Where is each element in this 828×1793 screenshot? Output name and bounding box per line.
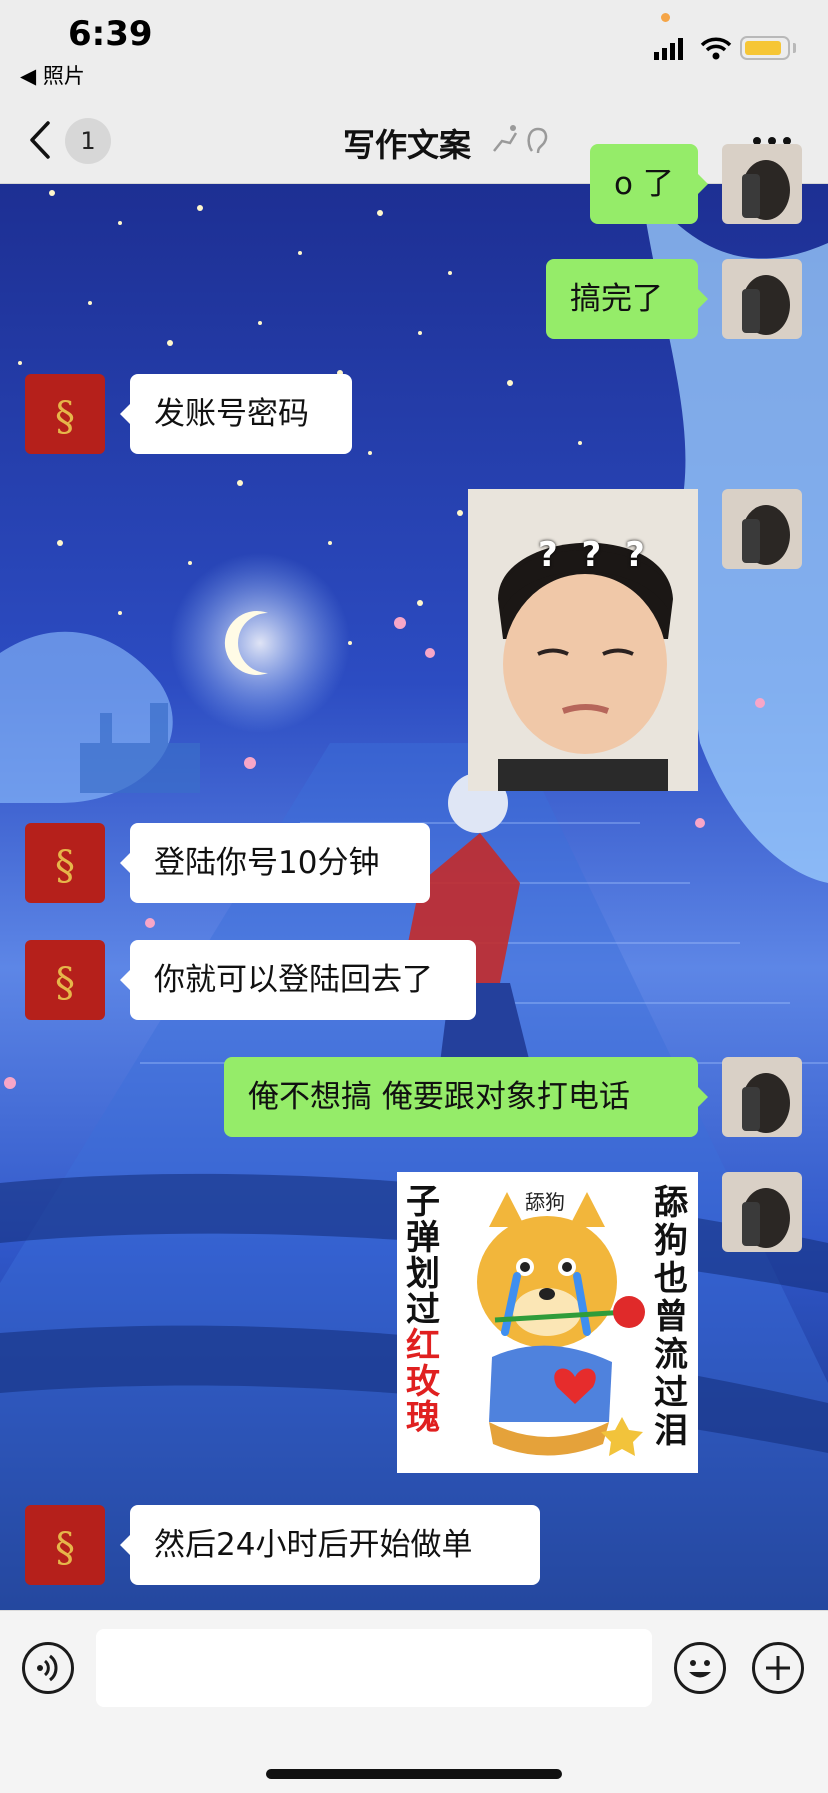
avatar-contact[interactable]: § <box>25 374 105 454</box>
input-bar <box>0 1610 828 1793</box>
chevron-left-icon[interactable] <box>26 120 52 160</box>
message-bubble-incoming[interactable]: 你就可以登陆回去了 <box>120 940 476 1020</box>
more-functions-button[interactable] <box>752 1642 804 1694</box>
message-bubble-outgoing[interactable]: 俺不想搞 俺要跟对象打电话 <box>224 1057 708 1137</box>
avatar-self[interactable] <box>722 259 802 339</box>
emoji-button[interactable] <box>674 1642 726 1694</box>
image-caption: ? ? ? <box>538 535 651 575</box>
message-text: 登陆你号10分钟 <box>154 845 380 881</box>
sticker-message[interactable]: 舔狗 子 弹 划 过 红 玫 瑰 舔 狗 也 曾 流 过 泪 <box>397 1172 698 1473</box>
svg-text:§: § <box>55 960 75 1006</box>
running-icon <box>493 125 518 152</box>
avatar-self[interactable] <box>722 1057 802 1137</box>
avatar-self[interactable] <box>722 489 802 569</box>
message-input[interactable] <box>96 1629 652 1707</box>
home-indicator <box>266 1769 562 1779</box>
status-mode-icons <box>493 125 548 154</box>
top-bar: 6:39 ◀ 照片 1 写作文案 <box>0 0 828 184</box>
privacy-indicator-dot <box>661 13 670 22</box>
message-bubble-incoming[interactable]: 登陆你号10分钟 <box>120 823 430 903</box>
status-time: 6:39 <box>68 14 153 54</box>
sticker-right-text: 舔 狗 也 曾 流 过 泪 <box>654 1183 688 1451</box>
message-text: 搞完了 <box>570 281 663 317</box>
avatar-self[interactable] <box>722 1172 802 1252</box>
message-text: 然后24小时后开始做单 <box>154 1527 473 1563</box>
avatar-contact[interactable]: § <box>25 940 105 1020</box>
message-bubble-outgoing[interactable]: o 了 <box>590 144 708 224</box>
dragon-avatar-icon: § <box>25 940 105 1020</box>
self-avatar-photo <box>722 259 802 339</box>
unread-count-badge[interactable]: 1 <box>65 118 111 164</box>
battery-icon <box>740 36 790 60</box>
message-text: 俺不想搞 俺要跟对象打电话 <box>248 1079 630 1115</box>
message-text: o 了 <box>614 166 674 202</box>
wifi-icon <box>700 37 732 60</box>
dragon-avatar-icon: § <box>25 823 105 903</box>
avatar-contact[interactable]: § <box>25 1505 105 1585</box>
back-to-photos-link[interactable]: ◀ 照片 <box>20 60 85 90</box>
cellular-signal-icon <box>654 38 683 60</box>
svg-text:§: § <box>55 1525 75 1571</box>
self-avatar-photo <box>722 489 802 569</box>
emoji-icon <box>689 1660 711 1678</box>
self-avatar-photo <box>722 1057 802 1137</box>
message-text: 你就可以登陆回去了 <box>154 962 433 998</box>
sticker-left-text: 子 弹 划 过 红 玫 瑰 <box>406 1182 440 1438</box>
dragon-avatar-icon: § <box>25 374 105 454</box>
message-bubble-incoming[interactable]: 发账号密码 <box>120 374 352 454</box>
ear-icon <box>527 127 548 154</box>
self-avatar-photo <box>722 1172 802 1252</box>
chat-title: 写作文案 <box>343 126 472 164</box>
sticker-top-label: 舔狗 <box>525 1190 565 1214</box>
voice-icon <box>37 1654 58 1682</box>
message-bubble-incoming[interactable]: 然后24小时后开始做单 <box>120 1505 540 1585</box>
message-text: 发账号密码 <box>154 396 309 432</box>
svg-text:§: § <box>55 394 75 440</box>
svg-text:§: § <box>55 843 75 889</box>
avatar-self[interactable] <box>722 144 802 224</box>
message-bubble-outgoing[interactable]: 搞完了 <box>546 259 708 339</box>
image-message[interactable]: ? ? ? <box>468 489 698 791</box>
plus-icon <box>766 1656 790 1680</box>
battery-tip <box>793 43 796 53</box>
dragon-avatar-icon: § <box>25 1505 105 1585</box>
voice-input-button[interactable] <box>22 1642 74 1694</box>
self-avatar-photo <box>722 144 802 224</box>
avatar-contact[interactable]: § <box>25 823 105 903</box>
